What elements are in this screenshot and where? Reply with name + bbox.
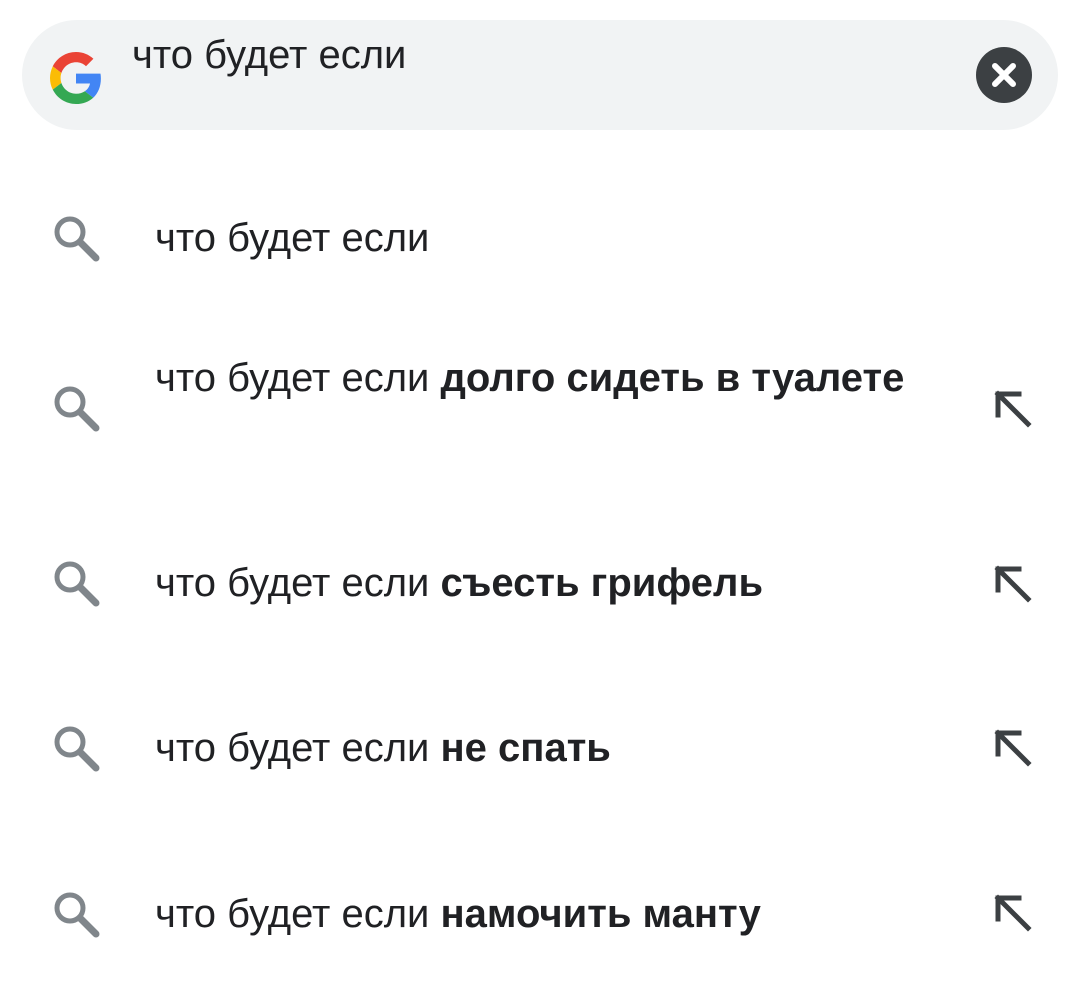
clear-button[interactable] bbox=[976, 47, 1032, 103]
arrow-up-left-icon[interactable] bbox=[992, 563, 1034, 605]
search-input[interactable]: что будет если bbox=[132, 30, 406, 80]
search-icon bbox=[50, 557, 102, 609]
search-icon bbox=[50, 212, 102, 264]
search-icon bbox=[50, 382, 102, 434]
suggestion-completion: съесть грифель bbox=[440, 561, 764, 605]
suggestion-prefix: что будет если bbox=[155, 726, 441, 770]
search-icon bbox=[50, 888, 102, 940]
suggestion-prefix: что будет если bbox=[155, 356, 441, 400]
search-icon bbox=[50, 722, 102, 774]
suggestion-completion: не спать bbox=[440, 726, 611, 770]
suggestion-prefix: что будет если bbox=[155, 892, 441, 936]
close-icon bbox=[992, 63, 1016, 87]
suggestion-completion: долго сидеть в туалете bbox=[440, 356, 905, 400]
suggestion-text[interactable]: что будет если съесть грифель bbox=[155, 551, 955, 615]
google-g-icon bbox=[50, 52, 102, 104]
arrow-up-left-icon[interactable] bbox=[992, 892, 1034, 934]
suggestion-prefix: что будет если bbox=[155, 216, 430, 260]
suggestion-completion: намочить манту bbox=[440, 892, 761, 936]
suggestion-text[interactable]: что будет если bbox=[155, 206, 955, 270]
arrow-up-left-icon[interactable] bbox=[992, 388, 1034, 430]
suggestion-text[interactable]: что будет если долго сидеть в туалете bbox=[155, 346, 955, 410]
suggestion-text[interactable]: что будет если намочить манту bbox=[155, 882, 955, 946]
arrow-up-left-icon[interactable] bbox=[992, 727, 1034, 769]
suggestion-prefix: что будет если bbox=[155, 561, 441, 605]
suggestion-text[interactable]: что будет если не спать bbox=[155, 716, 955, 780]
